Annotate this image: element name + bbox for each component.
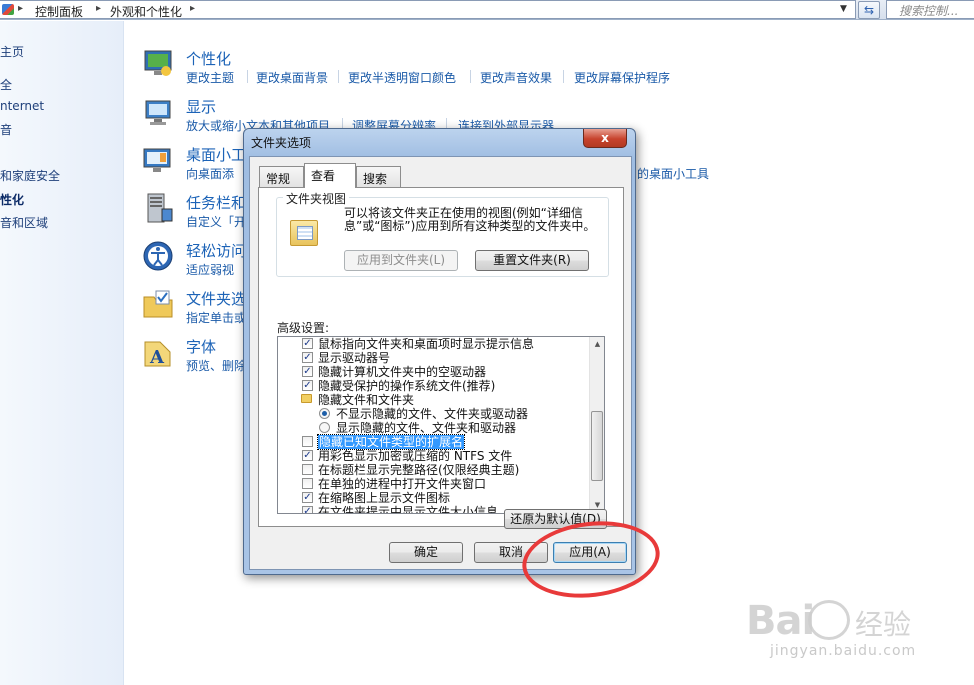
chevron-right-icon[interactable]: ▸ xyxy=(190,3,195,14)
setting-label: 鼠标指向文件夹和桌面项时显示提示信息 xyxy=(318,337,535,351)
link-add-gadgets[interactable]: 向桌面添 xyxy=(186,165,234,182)
setting-label: 不显示隐藏的文件、文件夹或驱动器 xyxy=(336,407,529,421)
tab-view[interactable]: 查看 xyxy=(304,163,356,188)
scrollbar[interactable]: ▲ ▼ xyxy=(589,337,604,513)
setting-label: 隐藏已知文件类型的扩展名 xyxy=(316,434,466,450)
ok-button[interactable]: 确定 xyxy=(389,542,463,563)
gadgets-icon xyxy=(142,144,174,176)
link-change-theme[interactable]: 更改主题 xyxy=(186,69,234,86)
setting-label: 在文件夹提示中显示文件大小信息 xyxy=(318,505,499,514)
setting-checkbox[interactable]: ✓ xyxy=(302,366,313,377)
setting-checkbox[interactable] xyxy=(302,478,313,489)
link-window-color[interactable]: 更改半透明窗口颜色 xyxy=(348,69,456,86)
setting-label: 用彩色显示加密或压缩的 NTFS 文件 xyxy=(318,449,513,463)
setting-label: 显示驱动器号 xyxy=(318,351,391,365)
chevron-right-icon[interactable]: ▸ xyxy=(96,3,101,14)
svg-text:A: A xyxy=(149,347,165,368)
setting-checkbox[interactable]: ✓ xyxy=(302,338,313,349)
folder-icon xyxy=(301,394,312,403)
reset-folders-button[interactable]: 重置文件夹(R) xyxy=(475,250,589,271)
setting-radio[interactable] xyxy=(319,422,330,433)
address-box[interactable]: ▸ 控制面板 ▸ 外观和个性化 ▸ ▼ xyxy=(0,0,856,19)
setting-checkbox[interactable]: ✓ xyxy=(302,380,313,391)
category-title-personalization[interactable]: 个性化 xyxy=(186,48,231,69)
category-title-folder-options[interactable]: 文件夹选 xyxy=(186,288,246,309)
category-title-gadgets[interactable]: 桌面小工 xyxy=(186,144,246,165)
watermark-suffix: 经验 xyxy=(855,608,912,641)
setting-label: 在缩略图上显示文件图标 xyxy=(318,491,451,505)
ease-of-access-icon xyxy=(142,240,174,272)
setting-radio[interactable] xyxy=(319,408,330,419)
setting-label: 隐藏受保护的操作系统文件(推荐) xyxy=(318,379,496,393)
setting-checkbox[interactable] xyxy=(302,464,313,475)
link-sound-effects[interactable]: 更改声音效果 xyxy=(480,69,552,86)
nav-item-sound[interactable]: 音 xyxy=(0,121,12,138)
breadcrumb-appearance[interactable]: 外观和个性化 xyxy=(110,3,182,20)
nav-item-family-safety[interactable]: 和家庭安全 xyxy=(0,167,60,184)
nav-item-home[interactable]: 主页 xyxy=(0,43,24,60)
dialog-body: 常规 查看 搜索 文件夹视图 可以将该文件夹正在使用的视图(例如“详细信息”或“… xyxy=(249,156,632,570)
dialog-title: 文件夹选项 xyxy=(251,136,312,150)
setting-checkbox[interactable]: ✓ xyxy=(302,492,313,503)
folder-views-label: 文件夹视图 xyxy=(283,190,350,207)
breadcrumb-control-panel[interactable]: 控制面板 xyxy=(35,3,83,20)
taskbar-icon xyxy=(142,192,174,224)
apply-to-folders-button[interactable]: 应用到文件夹(L) xyxy=(344,250,458,271)
display-icon xyxy=(142,96,174,128)
link-customize-start[interactable]: 自定义「开 xyxy=(186,213,246,230)
nav-item-personalization[interactable]: 性化 xyxy=(0,191,24,208)
folder-view-icon xyxy=(290,220,318,246)
link-screensaver[interactable]: 更改屏幕保护程序 xyxy=(574,69,670,86)
folder-options-icon xyxy=(142,288,174,320)
category-title-ease-of-access[interactable]: 轻松访问 xyxy=(186,240,246,261)
tab-general[interactable]: 常规 xyxy=(259,166,304,187)
setting-label: 在单独的进程中打开文件夹窗口 xyxy=(318,477,487,491)
setting-label: 在标题栏显示完整路径(仅限经典主题) xyxy=(318,463,520,477)
search-input[interactable]: 搜索控制... xyxy=(886,0,974,19)
setting-checkbox[interactable] xyxy=(302,436,313,447)
setting-label: 隐藏计算机文件夹中的空驱动器 xyxy=(318,365,487,379)
setting-label: 显示隐藏的文件、文件夹和驱动器 xyxy=(336,421,517,435)
setting-checkbox[interactable]: ✓ xyxy=(302,450,313,461)
refresh-button[interactable]: ⇆ xyxy=(858,1,880,19)
advanced-settings-list[interactable]: ✓ 在文件夹提示中显示文件大小信息 ✓ 在缩略图上显示文件图标 在单独的进程中打开文件夹… xyxy=(277,336,605,514)
watermark-logo: Bai xyxy=(746,598,815,644)
fonts-icon: A xyxy=(142,336,174,368)
link-single-click[interactable]: 指定单击或 xyxy=(186,309,246,326)
control-panel-icon xyxy=(2,4,14,15)
link-more-gadgets[interactable]: 的桌面小工具 xyxy=(637,165,709,182)
personalization-icon xyxy=(142,47,174,79)
setting-label: 隐藏文件和文件夹 xyxy=(318,393,415,407)
close-button[interactable]: x xyxy=(583,129,627,148)
folder-options-dialog: 文件夹选项 x 常规 查看 搜索 文件夹视图 可以将该文件夹正在使用的视图(例如… xyxy=(243,128,636,575)
left-nav: 主页 全 nternet 音 和家庭安全 性化 音和区域 xyxy=(0,21,124,685)
chevron-down-icon[interactable]: ▼ xyxy=(840,4,847,14)
nav-item-network[interactable]: nternet xyxy=(0,99,44,113)
scroll-thumb[interactable] xyxy=(591,411,603,481)
link-preview-fonts[interactable]: 预览、删除 xyxy=(186,357,246,374)
setting-checkbox[interactable]: ✓ xyxy=(302,352,313,363)
folder-views-group: 文件夹视图 可以将该文件夹正在使用的视图(例如“详细信息”或“图标”)应用到所有… xyxy=(276,190,609,277)
tab-search[interactable]: 搜索 xyxy=(356,166,401,187)
nav-item-security[interactable]: 全 xyxy=(0,76,12,93)
watermark-url: jingyan.baidu.com xyxy=(770,643,917,659)
setting-checkbox[interactable]: ✓ xyxy=(302,506,313,513)
scroll-up-icon[interactable]: ▲ xyxy=(590,337,604,352)
advanced-settings-label: 高级设置: xyxy=(277,321,330,335)
paw-icon xyxy=(808,600,850,640)
category-title-display[interactable]: 显示 xyxy=(186,96,216,117)
link-change-background[interactable]: 更改桌面背景 xyxy=(256,69,328,86)
address-bar: ▸ 控制面板 ▸ 外观和个性化 ▸ ▼ ⇆ 搜索控制... xyxy=(0,0,974,20)
category-title-fonts[interactable]: 字体 xyxy=(186,336,216,357)
folder-views-description: 可以将该文件夹正在使用的视图(例如“详细信息”或“图标”)应用到所有这种类型的文… xyxy=(344,206,596,233)
nav-item-region[interactable]: 音和区域 xyxy=(0,214,48,231)
refresh-icon: ⇆ xyxy=(863,3,875,17)
close-icon: x xyxy=(601,131,609,145)
chevron-right-icon[interactable]: ▸ xyxy=(18,3,23,14)
category-title-taskbar[interactable]: 任务栏和 xyxy=(186,192,246,213)
view-tab-panel: 文件夹视图 可以将该文件夹正在使用的视图(例如“详细信息”或“图标”)应用到所有… xyxy=(258,187,624,529)
link-low-vision[interactable]: 适应弱视 xyxy=(186,261,234,278)
